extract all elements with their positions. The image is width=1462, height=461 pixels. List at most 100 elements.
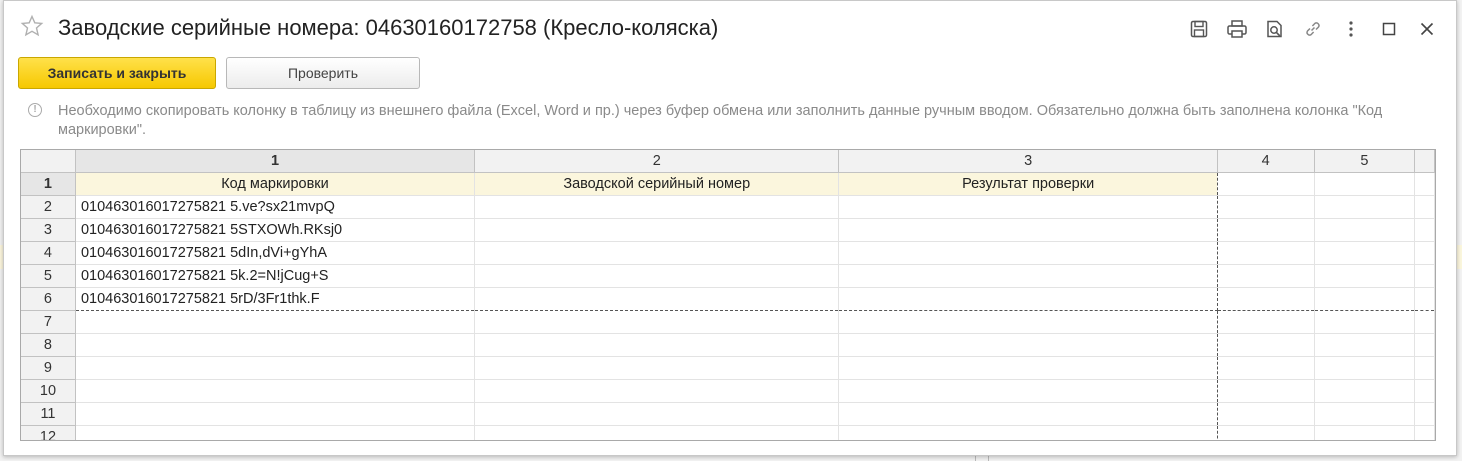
- header-cell-serial-number[interactable]: Заводской серийный номер: [474, 172, 840, 196]
- cell[interactable]: [1217, 379, 1315, 403]
- row-header[interactable]: 2: [21, 195, 76, 219]
- spreadsheet[interactable]: 1 2 3 4 5 1 Код маркировки Заводской сер…: [20, 149, 1436, 441]
- cell[interactable]: [474, 356, 840, 380]
- row-header[interactable]: 7: [21, 310, 76, 334]
- cell[interactable]: [75, 333, 476, 357]
- cell[interactable]: [1314, 333, 1416, 357]
- cell[interactable]: [1314, 241, 1416, 265]
- cell[interactable]: [1314, 402, 1416, 426]
- cell[interactable]: [1217, 218, 1315, 242]
- cell[interactable]: [838, 218, 1218, 242]
- cell[interactable]: [474, 195, 840, 219]
- cell[interactable]: [1217, 356, 1315, 380]
- save-icon[interactable]: [1180, 17, 1218, 41]
- cell[interactable]: [1217, 172, 1315, 196]
- column-header-4[interactable]: 4: [1217, 150, 1315, 173]
- row-header[interactable]: 8: [21, 333, 76, 357]
- marking-code-cell[interactable]: 010463016017275821 5.ve?sx21mvpQ: [75, 195, 476, 219]
- table-row: 5 010463016017275821 5k.2=N!jCug+S: [21, 264, 1435, 288]
- cell[interactable]: [1314, 195, 1416, 219]
- cell[interactable]: [1217, 264, 1315, 288]
- cell[interactable]: [1314, 264, 1416, 288]
- cell[interactable]: [474, 333, 840, 357]
- cell: [1414, 333, 1435, 357]
- cell[interactable]: [1217, 310, 1315, 334]
- cell[interactable]: [838, 379, 1218, 403]
- cell[interactable]: [474, 241, 840, 265]
- favorite-star-icon[interactable]: [20, 14, 44, 38]
- cell[interactable]: [1217, 241, 1315, 265]
- cell[interactable]: [474, 402, 840, 426]
- cell[interactable]: [1314, 379, 1416, 403]
- row-header[interactable]: 5: [21, 264, 76, 288]
- cell[interactable]: [838, 310, 1218, 334]
- cell: [1414, 402, 1435, 426]
- check-button[interactable]: Проверить: [226, 57, 420, 89]
- info-icon: !: [28, 103, 42, 117]
- cell[interactable]: [75, 356, 476, 380]
- maximize-icon[interactable]: [1370, 17, 1408, 41]
- corner-cell[interactable]: [21, 150, 76, 173]
- close-icon[interactable]: [1408, 17, 1446, 41]
- row-header[interactable]: 6: [21, 287, 76, 311]
- cell[interactable]: [1217, 333, 1315, 357]
- cell[interactable]: [838, 241, 1218, 265]
- marking-code-cell[interactable]: 010463016017275821 5rD/3Fr1thk.F: [75, 287, 476, 311]
- cell: [1414, 241, 1435, 265]
- hint-text: Необходимо скопировать колонку в таблицу…: [58, 103, 1383, 138]
- preview-icon[interactable]: [1256, 17, 1294, 41]
- row-header[interactable]: 10: [21, 379, 76, 403]
- row-header[interactable]: 4: [21, 241, 76, 265]
- cell[interactable]: [838, 264, 1218, 288]
- header-cell-check-result[interactable]: Результат проверки: [838, 172, 1218, 196]
- print-icon[interactable]: [1218, 17, 1256, 41]
- cell[interactable]: [838, 287, 1218, 311]
- cell[interactable]: [474, 379, 840, 403]
- column-header-3[interactable]: 3: [838, 150, 1218, 173]
- cell[interactable]: [838, 195, 1218, 219]
- save-and-close-button[interactable]: Записать и закрыть: [18, 57, 216, 89]
- marking-code-cell[interactable]: 010463016017275821 5k.2=N!jCug+S: [75, 264, 476, 288]
- column-header-5[interactable]: 5: [1314, 150, 1416, 173]
- row-header[interactable]: 11: [21, 402, 76, 426]
- cell[interactable]: [838, 402, 1218, 426]
- row-header[interactable]: 9: [21, 356, 76, 380]
- cell[interactable]: [838, 425, 1218, 440]
- cell[interactable]: [1314, 310, 1416, 334]
- cell[interactable]: [75, 402, 476, 426]
- table-row: 12: [21, 425, 1435, 440]
- marking-code-cell[interactable]: 010463016017275821 5dIn,dVi+gYhA: [75, 241, 476, 265]
- cell[interactable]: [1217, 402, 1315, 426]
- header-cell-marking-code[interactable]: Код маркировки: [75, 172, 476, 196]
- column-header-1[interactable]: 1: [75, 150, 476, 173]
- cell[interactable]: [75, 310, 476, 334]
- more-icon[interactable]: [1332, 17, 1370, 41]
- cell[interactable]: [1314, 425, 1416, 440]
- row-header[interactable]: 1: [21, 172, 76, 196]
- row-header[interactable]: 12: [21, 425, 76, 440]
- cell: [1414, 379, 1435, 403]
- cell[interactable]: [1217, 425, 1315, 440]
- cell[interactable]: [1314, 218, 1416, 242]
- cell[interactable]: [474, 218, 840, 242]
- cell[interactable]: [1314, 287, 1416, 311]
- cell[interactable]: [474, 287, 840, 311]
- table-row: 11: [21, 402, 1435, 426]
- column-header-2[interactable]: 2: [474, 150, 840, 173]
- row-header[interactable]: 3: [21, 218, 76, 242]
- cell[interactable]: [1314, 172, 1416, 196]
- cell[interactable]: [1217, 195, 1315, 219]
- cell[interactable]: [1314, 356, 1416, 380]
- cell[interactable]: [838, 333, 1218, 357]
- marking-code-cell[interactable]: 010463016017275821 5STXOWh.RKsj0: [75, 218, 476, 242]
- link-icon[interactable]: [1294, 17, 1332, 41]
- cell[interactable]: [1217, 287, 1315, 311]
- cell: [1414, 310, 1435, 334]
- cell[interactable]: [474, 425, 840, 440]
- cell[interactable]: [75, 379, 476, 403]
- cell[interactable]: [75, 425, 476, 440]
- cell[interactable]: [474, 264, 840, 288]
- cell: [1414, 172, 1435, 196]
- cell[interactable]: [838, 356, 1218, 380]
- cell[interactable]: [474, 310, 840, 334]
